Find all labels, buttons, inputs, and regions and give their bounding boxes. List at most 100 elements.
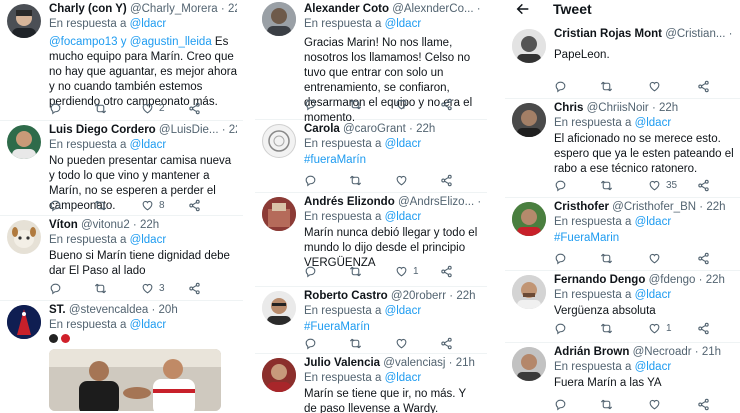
hashtag-link[interactable]: #FueraMarin [554,232,619,244]
like-button[interactable] [648,251,661,265]
retweet-button[interactable] [94,198,107,212]
reply-button[interactable] [49,281,62,295]
reply-mention[interactable]: @ldacr [385,138,422,150]
share-button[interactable] [440,336,453,350]
author-handle[interactable]: @Necroadr [633,346,692,358]
retweet-button[interactable] [349,264,362,278]
share-button[interactable] [697,178,710,192]
avatar[interactable] [262,2,296,36]
hashtag-link[interactable]: #fueraMarín [304,154,366,166]
reply-mention[interactable]: @ldacr [635,289,672,301]
reply-tweet[interactable]: Andrés Elizondo @AndrsElizo... · 22h En … [255,193,487,287]
author-name[interactable]: ST. [49,304,66,316]
retweet-button[interactable] [94,101,107,115]
author-name[interactable]: Charly (con Y) [49,3,127,15]
avatar[interactable] [512,275,546,309]
hashtag-link[interactable]: #FueraMarín [304,321,370,333]
share-button[interactable] [440,264,453,278]
author-handle[interactable]: @vitonu2 [81,219,130,231]
like-button[interactable] [648,397,661,411]
reply-mention[interactable]: @ldacr [385,305,422,317]
author-name[interactable]: Roberto Castro [304,290,388,302]
timestamp[interactable]: 22h [228,3,237,15]
back-arrow-icon[interactable] [515,1,531,17]
like-button[interactable]: 3 [141,281,165,295]
reply-button[interactable] [304,264,317,278]
reply-button[interactable] [49,198,62,212]
reply-mention[interactable]: @ldacr [385,211,422,223]
author-name[interactable]: Alexander Coto [304,3,389,15]
author-name[interactable]: Andrés Elizondo [304,196,395,208]
share-button[interactable] [697,321,710,335]
retweet-button[interactable] [600,178,613,192]
share-button[interactable] [697,79,710,93]
timestamp[interactable]: 21h [702,346,721,358]
retweet-button[interactable] [349,173,362,187]
reply-tweet[interactable]: Luis Diego Cordero @LuisDie... · 22h En … [0,121,243,216]
author-handle[interactable]: @LuisDie... [159,124,219,136]
avatar[interactable] [262,291,296,325]
author-name[interactable]: Chris [554,102,583,114]
reply-button[interactable] [554,251,567,265]
reply-mention[interactable]: @ldacr [130,139,167,151]
author-handle[interactable]: @caroGrant [343,123,406,135]
reply-button[interactable] [304,336,317,350]
author-name[interactable]: Fernando Dengo [554,274,645,286]
reply-tweet[interactable]: Carola @caroGrant · 22h En respuesta a @… [255,120,487,193]
retweet-button[interactable] [94,281,107,295]
retweet-button[interactable] [349,336,362,350]
reply-mention[interactable]: @ldacr [130,234,167,246]
avatar[interactable] [7,220,41,254]
author-handle[interactable]: @fdengo [649,274,696,286]
tweet-photo[interactable] [49,349,221,411]
reply-tweet[interactable]: Adrián Brown @Necroadr · 21h En respuest… [505,343,740,413]
author-name[interactable]: Cristian Rojas Mont [554,28,662,40]
reply-button[interactable] [554,321,567,335]
author-handle[interactable]: @20roberr [391,290,446,302]
avatar[interactable] [512,29,546,63]
reply-mention[interactable]: @ldacr [635,361,672,373]
reply-tweet[interactable]: Fernando Dengo @fdengo · 22h En respuest… [505,271,740,343]
author-handle[interactable]: @AndrsElizo... [398,196,474,208]
avatar[interactable] [512,347,546,381]
share-button[interactable] [440,173,453,187]
author-name[interactable]: Cristhofer [554,201,609,213]
avatar[interactable] [262,197,296,231]
reply-tweet[interactable]: Julio Valencia @valenciasj · 21h En resp… [255,354,487,413]
author-handle[interactable]: @Cristian... [665,28,725,40]
reply-button[interactable] [304,173,317,187]
reply-tweet[interactable]: ST. @stevencaldea · 20h En respuesta a @… [0,301,243,413]
share-button[interactable] [697,251,710,265]
avatar[interactable] [7,305,41,339]
timestamp[interactable]: 20h [159,304,178,316]
reply-tweet[interactable]: Chris @ChriisNoir · 22h En respuesta a @… [505,99,740,198]
like-button[interactable] [395,336,408,350]
mention-link[interactable]: @focampo13 y @agustin_lleida [49,36,212,48]
reply-button[interactable] [554,178,567,192]
like-button[interactable] [648,79,661,93]
reply-mention[interactable]: @ldacr [635,216,672,228]
like-button[interactable] [395,173,408,187]
like-button[interactable]: 1 [648,321,672,335]
author-handle[interactable]: @Charly_Morera [130,3,218,15]
author-handle[interactable]: @valenciasj [383,357,445,369]
like-button[interactable] [395,97,408,111]
author-name[interactable]: Luis Diego Cordero [49,124,156,136]
share-button[interactable] [188,198,201,212]
avatar[interactable] [7,125,41,159]
author-name[interactable]: Carola [304,123,340,135]
reply-mention[interactable]: @ldacr [635,117,672,129]
reply-mention[interactable]: @ldacr [130,18,167,30]
retweet-button[interactable] [600,397,613,411]
reply-button[interactable] [304,97,317,111]
reply-mention[interactable]: @ldacr [385,18,422,30]
reply-tweet[interactable]: Roberto Castro @20roberr · 22h En respue… [255,287,487,354]
author-name[interactable]: Adrián Brown [554,346,629,358]
share-button[interactable] [188,281,201,295]
avatar[interactable] [262,358,296,392]
reply-button[interactable] [554,79,567,93]
timestamp[interactable]: 22h [456,290,475,302]
share-button[interactable] [440,97,453,111]
timestamp[interactable]: 22h [659,102,678,114]
share-button[interactable] [697,397,710,411]
